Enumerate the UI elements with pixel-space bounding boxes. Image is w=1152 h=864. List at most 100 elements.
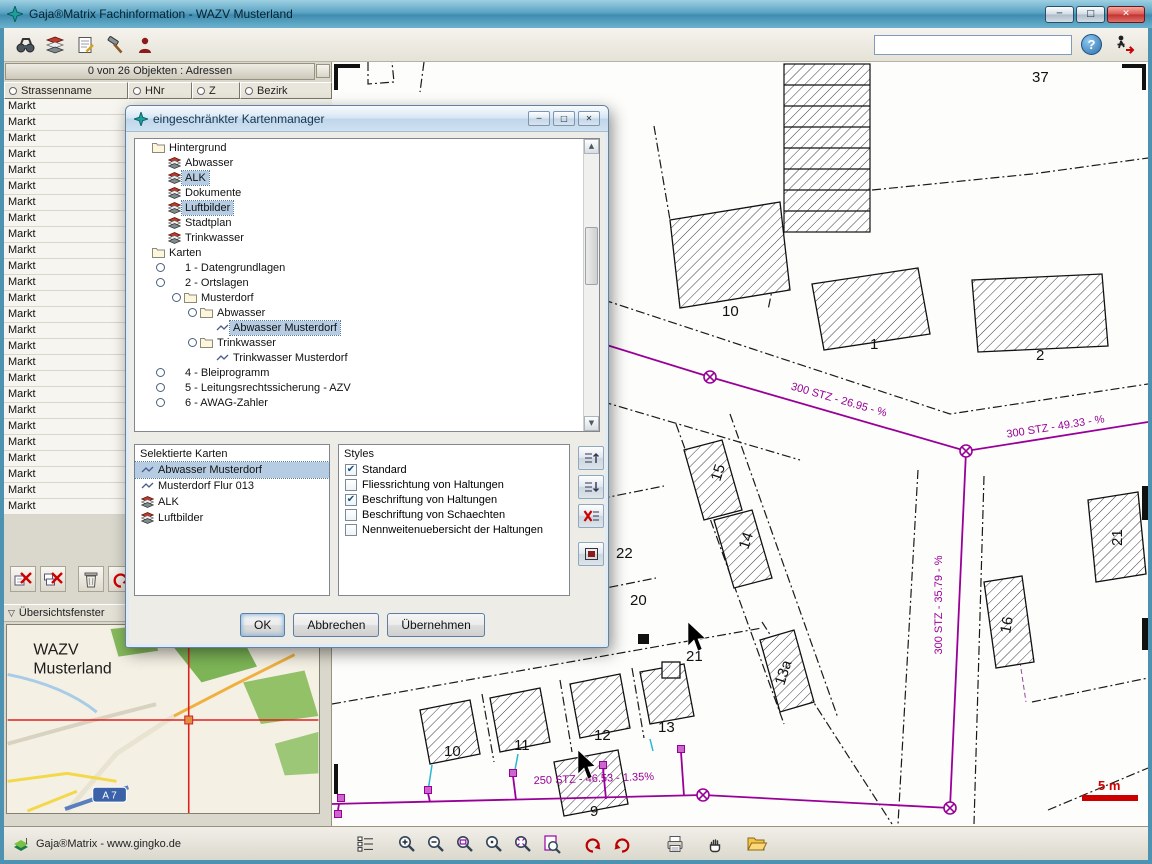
- delete-button[interactable]: [78, 566, 104, 592]
- style-checkbox[interactable]: [345, 524, 357, 536]
- tree-item[interactable]: Luftbilder: [135, 200, 582, 215]
- search-button[interactable]: [10, 30, 40, 59]
- column-strassenname[interactable]: Strassenname: [4, 82, 128, 99]
- tree-expander-icon[interactable]: [186, 338, 198, 347]
- style-option[interactable]: ✔ Standard: [339, 462, 569, 477]
- remove-selected-button[interactable]: [578, 504, 604, 528]
- pan-button[interactable]: [702, 830, 729, 857]
- tree-item[interactable]: Abwasser Musterdorf: [135, 320, 582, 335]
- redraw-button[interactable]: [578, 542, 604, 566]
- minimize-button[interactable]: ─: [1045, 6, 1074, 23]
- tree-item[interactable]: Trinkwasser: [135, 230, 582, 245]
- tree-expander-icon[interactable]: [154, 368, 166, 377]
- clear-all-button[interactable]: [40, 566, 66, 592]
- session-button[interactable]: [130, 30, 160, 59]
- overview-map[interactable]: WAZV Musterland A 7: [6, 624, 320, 814]
- style-checkbox[interactable]: ✔: [345, 464, 357, 476]
- view-redo-button[interactable]: [608, 830, 635, 857]
- column-z[interactable]: Z: [192, 82, 240, 99]
- tree-item[interactable]: Karten: [135, 245, 582, 260]
- tree-item-icon: [166, 172, 182, 184]
- tree-item[interactable]: 6 - AWAG-Zahler: [135, 395, 582, 410]
- zoom-in-button[interactable]: [393, 830, 420, 857]
- tree-item[interactable]: Abwasser: [135, 155, 582, 170]
- maximize-button[interactable]: □: [1076, 6, 1105, 23]
- dialog-titlebar[interactable]: eingeschränkter Kartenmanager ─ □ ✕: [126, 106, 608, 132]
- open-folder-button[interactable]: [743, 830, 770, 857]
- zoom-out-button[interactable]: [422, 830, 449, 857]
- style-option[interactable]: Nennweitenuebersicht der Haltungen: [339, 522, 569, 537]
- apply-button[interactable]: Übernehmen: [387, 613, 484, 637]
- exit-button[interactable]: [1110, 32, 1140, 58]
- dialog-maximize-button[interactable]: □: [553, 111, 575, 126]
- layer-tree[interactable]: Hintergrund: [134, 138, 600, 432]
- selected-map-item[interactable]: ALK: [135, 494, 329, 510]
- tree-item[interactable]: Stadtplan: [135, 215, 582, 230]
- tree-item[interactable]: Dokumente: [135, 185, 582, 200]
- tree-item-label: Dokumente: [182, 186, 244, 200]
- tree-expander-icon[interactable]: [170, 293, 182, 302]
- scroll-thumb[interactable]: [585, 227, 598, 285]
- panel-menu-button[interactable]: [316, 64, 330, 78]
- tree-item[interactable]: 2 - Ortslagen: [135, 275, 582, 290]
- selected-map-item[interactable]: Musterdorf Flur 013: [135, 478, 329, 494]
- tree-item[interactable]: 1 - Datengrundlagen: [135, 260, 582, 275]
- tree-item[interactable]: 4 - Bleiprogramm: [135, 365, 582, 380]
- legend-button[interactable]: [352, 830, 379, 857]
- cancel-button[interactable]: Abbrechen: [293, 613, 379, 637]
- style-option[interactable]: Fliessrichtung von Haltungen: [339, 477, 569, 492]
- status-text: Gaja®Matrix - www.gingko.de: [36, 838, 181, 850]
- tree-expander-icon[interactable]: [186, 308, 198, 317]
- cell-strassenname: Markt: [8, 228, 36, 240]
- tree-expander-icon[interactable]: [154, 263, 166, 272]
- zoom-window-button[interactable]: [451, 830, 478, 857]
- scroll-down-button[interactable]: ▼: [584, 416, 599, 431]
- clear-selection-button[interactable]: [10, 566, 36, 592]
- print-button[interactable]: [661, 830, 688, 857]
- column-bezirk[interactable]: Bezirk: [240, 82, 332, 99]
- tree-item[interactable]: Trinkwasser Musterdorf: [135, 350, 582, 365]
- move-down-button[interactable]: [578, 475, 604, 499]
- tree-expander-icon[interactable]: [154, 398, 166, 407]
- styles-panel[interactable]: Styles ✔ Standard Fliessrichtung von Hal…: [338, 444, 570, 596]
- tree-item[interactable]: Musterdorf: [135, 290, 582, 305]
- tree-item[interactable]: Hintergrund: [135, 140, 582, 155]
- trash-icon: [81, 569, 101, 589]
- selected-maps-list[interactable]: Selektierte Karten Abwasser Musterd: [134, 444, 330, 596]
- tree-item-label: Trinkwasser: [182, 231, 247, 245]
- dialog-close-button[interactable]: ✕: [578, 111, 600, 126]
- tree-item[interactable]: Trinkwasser: [135, 335, 582, 350]
- search-input[interactable]: [874, 35, 1072, 55]
- tools-button[interactable]: [100, 30, 130, 59]
- tree-item[interactable]: Abwasser: [135, 305, 582, 320]
- tree-scrollbar[interactable]: ▲ ▼: [583, 139, 599, 431]
- zoom-object-button[interactable]: [480, 830, 507, 857]
- tree-item-icon: [166, 232, 182, 244]
- style-option[interactable]: ✔ Beschriftung von Haltungen: [339, 492, 569, 507]
- dialog-minimize-button[interactable]: ─: [528, 111, 550, 126]
- move-up-button[interactable]: [578, 446, 604, 470]
- zoom-full-button[interactable]: [509, 830, 536, 857]
- zoom-page-button[interactable]: [538, 830, 565, 857]
- layer-manager-button[interactable]: [40, 30, 70, 59]
- column-hnr[interactable]: HNr: [128, 82, 192, 99]
- view-undo-button[interactable]: [579, 830, 606, 857]
- cell-strassenname: Markt: [8, 388, 36, 400]
- tree-expander-icon[interactable]: [154, 383, 166, 392]
- tree-item[interactable]: ALK: [135, 170, 582, 185]
- style-option[interactable]: Beschriftung von Schaechten: [339, 507, 569, 522]
- ok-button[interactable]: OK: [240, 613, 285, 637]
- cell-strassenname: Markt: [8, 500, 36, 512]
- style-checkbox[interactable]: [345, 479, 357, 491]
- tree-item[interactable]: 5 - Leitungsrechtssicherung - AZV: [135, 380, 582, 395]
- selected-map-item[interactable]: Abwasser Musterdorf: [135, 462, 329, 478]
- tree-expander-icon[interactable]: [154, 278, 166, 287]
- selected-map-item[interactable]: Luftbilder: [135, 510, 329, 526]
- report-button[interactable]: [70, 30, 100, 59]
- scroll-up-button[interactable]: ▲: [584, 139, 599, 154]
- help-button[interactable]: ?: [1081, 34, 1102, 55]
- report-icon: [75, 35, 95, 55]
- close-button[interactable]: ✕: [1107, 6, 1145, 23]
- style-checkbox[interactable]: [345, 509, 357, 521]
- style-checkbox[interactable]: ✔: [345, 494, 357, 506]
